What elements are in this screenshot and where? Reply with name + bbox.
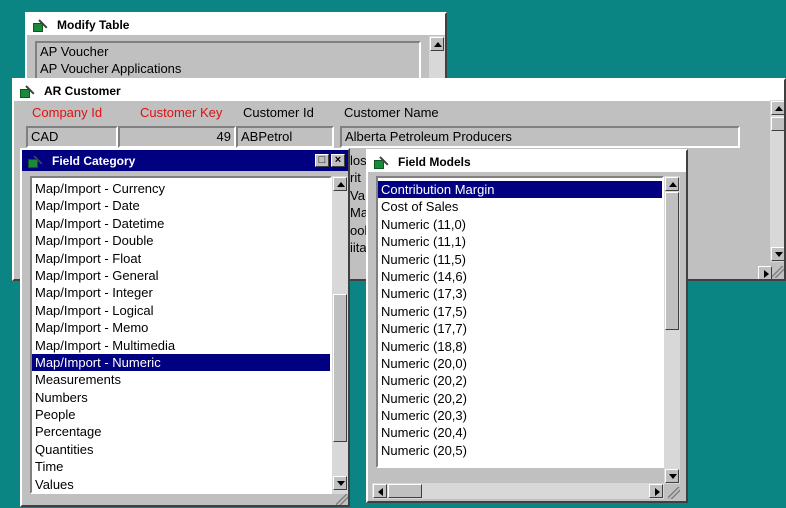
field-category-vscroll[interactable] xyxy=(332,176,348,494)
list-item[interactable]: Cost of Sales xyxy=(378,198,662,215)
list-item[interactable]: Percentage xyxy=(32,423,330,440)
field-category-window: Field Category □ × Map/Import - Currency… xyxy=(20,148,350,507)
list-item[interactable]: Numeric (20,3) xyxy=(378,407,662,424)
hscroll-thumb[interactable] xyxy=(388,484,422,498)
close-button[interactable]: × xyxy=(331,154,345,167)
list-item[interactable]: Map/Import - Float xyxy=(32,250,330,267)
list-item[interactable]: Map/Import - Integer xyxy=(32,284,330,301)
field-category-titlebar[interactable]: Field Category □ × xyxy=(22,150,348,172)
scroll-thumb[interactable] xyxy=(665,192,679,330)
scroll-right-button[interactable] xyxy=(649,484,663,498)
header-customer-name: Customer Name xyxy=(344,105,439,120)
list-item[interactable]: Numeric (14,6) xyxy=(378,268,662,285)
list-item[interactable]: Map/Import - Datetime xyxy=(32,215,330,232)
list-item[interactable]: Numbers xyxy=(32,389,330,406)
field-category-items: Map/Import - Currency Map/Import - Date Ma… xyxy=(32,178,330,492)
scroll-left-button[interactable] xyxy=(373,484,387,498)
list-item[interactable]: Numeric (18,8) xyxy=(378,338,662,355)
list-item[interactable]: Map/Import - General xyxy=(32,267,330,284)
scroll-up-button[interactable] xyxy=(771,101,784,115)
scroll-down-button[interactable] xyxy=(665,469,679,483)
scroll-down-button[interactable] xyxy=(771,247,784,261)
field-models-vscroll[interactable] xyxy=(664,176,680,484)
list-item[interactable]: Map/Import - Currency xyxy=(32,180,330,197)
modify-table-title: Modify Table xyxy=(57,17,130,32)
chevron-right-icon xyxy=(764,270,769,278)
list-item[interactable]: Contribution Margin xyxy=(378,181,662,199)
list-item[interactable]: Numeric (20,5) xyxy=(378,442,662,459)
ar-customer-titlebar[interactable]: AR Customer xyxy=(14,80,784,102)
list-item[interactable]: Map/Import - Date xyxy=(32,197,330,214)
table-app-icon xyxy=(374,155,392,169)
list-item[interactable]: Numeric (11,0) xyxy=(378,216,662,233)
scroll-thumb[interactable] xyxy=(333,294,347,442)
table-app-icon xyxy=(33,18,51,32)
list-item[interactable]: Numeric (20,4) xyxy=(378,424,662,441)
field-models-window: Field Models Contribution Margin Cost of … xyxy=(366,149,688,503)
field-models-list[interactable]: Contribution Margin Cost of Sales Numeric … xyxy=(376,176,664,468)
field-models-titlebar[interactable]: Field Models xyxy=(368,151,686,173)
header-customer-id: Customer Id xyxy=(243,105,314,120)
customer-name-field[interactable]: Alberta Petroleum Producers xyxy=(340,126,740,148)
resize-grip-icon[interactable] xyxy=(668,487,680,499)
header-customer-key: Customer Key xyxy=(140,105,223,120)
list-item[interactable]: Map/Import - Numeric xyxy=(32,353,330,372)
field-category-title: Field Category xyxy=(52,153,136,168)
header-company-id: Company Id xyxy=(32,105,103,120)
field-models-items: Contribution Margin Cost of Sales Numeric … xyxy=(378,178,662,459)
ar-customer-title: AR Customer xyxy=(44,83,121,98)
list-item[interactable]: Measurements xyxy=(32,371,330,388)
list-item[interactable]: AP Voucher Applications xyxy=(37,60,419,77)
company-id-field[interactable]: CAD xyxy=(26,126,118,148)
resize-grip-icon[interactable] xyxy=(772,266,784,278)
table-app-icon xyxy=(20,84,38,98)
field-models-title: Field Models xyxy=(398,154,471,169)
list-item[interactable]: Time xyxy=(32,458,330,475)
chevron-up-icon xyxy=(669,182,677,187)
scroll-thumb[interactable] xyxy=(771,117,784,131)
chevron-down-icon xyxy=(775,252,783,257)
list-item[interactable]: Map/Import - Logical xyxy=(32,302,330,319)
list-item[interactable]: Numeric (20,0) xyxy=(378,355,662,372)
chevron-left-icon xyxy=(378,488,383,496)
list-item[interactable]: Map/Import - Memo xyxy=(32,319,330,336)
chevron-up-icon xyxy=(434,42,442,47)
list-item[interactable]: Numeric (17,5) xyxy=(378,303,662,320)
customer-key-field[interactable]: 49 xyxy=(118,126,236,148)
list-item[interactable]: Quantities xyxy=(32,441,330,458)
restore-button[interactable]: □ xyxy=(315,154,329,167)
list-item[interactable]: Numeric (20,2) xyxy=(378,372,662,389)
field-category-list[interactable]: Map/Import - Currency Map/Import - Date Ma… xyxy=(30,176,332,494)
list-item[interactable]: Numeric (11,5) xyxy=(378,251,662,268)
list-item[interactable]: Values xyxy=(32,476,330,492)
list-item[interactable]: Numeric (17,7) xyxy=(378,320,662,337)
chevron-up-icon xyxy=(337,182,345,187)
list-item[interactable]: Numeric (11,1) xyxy=(378,233,662,250)
list-item[interactable]: Map/Import - Double xyxy=(32,232,330,249)
chevron-right-icon xyxy=(655,488,660,496)
list-item[interactable]: Numeric (20,2) xyxy=(378,390,662,407)
scroll-up-button[interactable] xyxy=(333,177,347,191)
chevron-down-icon xyxy=(337,481,345,486)
list-item[interactable]: AP Voucher xyxy=(37,43,419,60)
ar-customer-vscroll[interactable] xyxy=(770,100,784,262)
scroll-up-button[interactable] xyxy=(665,177,679,191)
list-item[interactable]: Numeric (17,3) xyxy=(378,285,662,302)
resize-grip-icon[interactable] xyxy=(336,494,348,505)
scroll-right-button[interactable] xyxy=(758,266,772,279)
field-models-hscroll[interactable] xyxy=(372,483,664,499)
chevron-down-icon xyxy=(669,474,677,479)
modify-table-titlebar[interactable]: Modify Table xyxy=(27,14,445,36)
scroll-up-button[interactable] xyxy=(430,37,444,51)
scroll-down-button[interactable] xyxy=(333,476,347,490)
list-item[interactable]: Map/Import - Multimedia xyxy=(32,337,330,354)
customer-id-field[interactable]: ABPetrol xyxy=(236,126,334,148)
list-item[interactable]: People xyxy=(32,406,330,423)
chevron-up-icon xyxy=(775,106,783,111)
table-app-icon xyxy=(28,154,46,168)
